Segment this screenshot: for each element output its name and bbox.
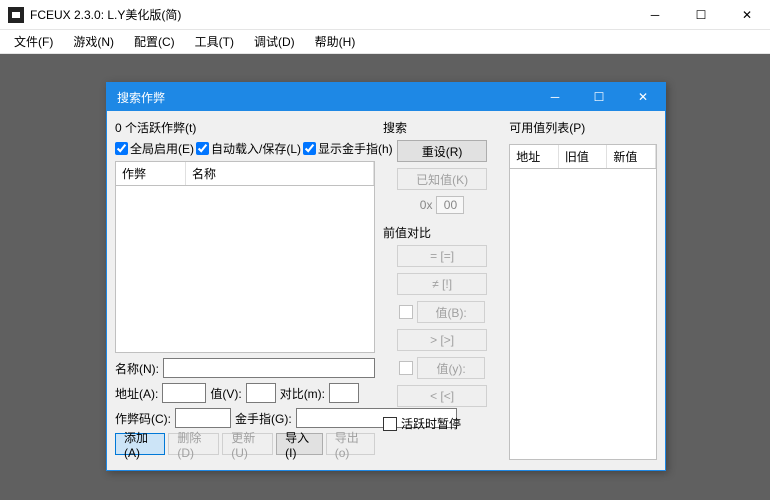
menubar: 文件(F) 游戏(N) 配置(C) 工具(T) 调试(D) 帮助(H) <box>0 30 770 54</box>
show-gg-checkbox[interactable]: 显示金手指(h) <box>303 140 393 157</box>
global-enable-checkbox[interactable]: 全局启用(E) <box>115 140 194 157</box>
update-button[interactable]: 更新(U) <box>222 433 273 455</box>
pause-label: 活跃时暂停 <box>401 415 461 432</box>
col-name[interactable]: 名称 <box>186 162 374 185</box>
maximize-button[interactable]: ☐ <box>678 0 724 30</box>
export-button[interactable]: 导出(o) <box>326 433 375 455</box>
val-input[interactable] <box>246 383 276 403</box>
notequal-button[interactable]: ≠ [!] <box>397 273 487 295</box>
values-list-header: 地址 旧值 新值 <box>509 144 657 168</box>
available-values-title: 可用值列表(P) <box>509 117 657 140</box>
val-label: 值(V): <box>210 385 241 402</box>
addr-input[interactable] <box>162 383 206 403</box>
import-button[interactable]: 导入(I) <box>276 433 323 455</box>
known-value-button[interactable]: 已知值(K) <box>397 168 487 190</box>
app-icon <box>8 7 24 23</box>
col-new[interactable]: 新值 <box>607 145 656 168</box>
dialog-maximize-button[interactable]: ☐ <box>577 83 621 111</box>
col-cheat[interactable]: 作弊 <box>116 162 186 185</box>
main-titlebar: FCEUX 2.3.0: L.Y美化版(简) ─ ☐ ✕ <box>0 0 770 30</box>
delete-button[interactable]: 删除(D) <box>168 433 219 455</box>
valB-checkbox[interactable] <box>399 305 413 319</box>
cheat-list-header: 作弊 名称 <box>115 161 375 185</box>
code-input[interactable] <box>175 408 231 428</box>
search-group-title: 搜索 <box>383 117 501 140</box>
menu-tools[interactable]: 工具(T) <box>187 31 242 52</box>
menu-game[interactable]: 游戏(N) <box>65 31 122 52</box>
col-addr[interactable]: 地址 <box>510 145 559 168</box>
dialog-close-button[interactable]: ✕ <box>621 83 665 111</box>
pause-checkbox[interactable] <box>383 417 397 431</box>
name-input[interactable] <box>163 358 375 378</box>
reset-button[interactable]: 重设(R) <box>397 140 487 162</box>
add-button[interactable]: 添加(A) <box>115 433 165 455</box>
valY-button[interactable]: 值(y): <box>417 357 485 379</box>
cheat-search-dialog: 搜索作弊 ─ ☐ ✕ 0 个活跃作弊(t) 全局启用(E) 自动载入/保存(L)… <box>106 82 666 471</box>
greater-button[interactable]: > [>] <box>397 329 487 351</box>
less-button[interactable]: < [<] <box>397 385 487 407</box>
dialog-title: 搜索作弊 <box>117 89 533 106</box>
menu-file[interactable]: 文件(F) <box>6 31 61 52</box>
valY-checkbox[interactable] <box>399 361 413 375</box>
main-title: FCEUX 2.3.0: L.Y美化版(简) <box>30 6 632 23</box>
menu-debug[interactable]: 调试(D) <box>246 31 303 52</box>
prev-compare-title: 前值对比 <box>383 222 501 245</box>
minimize-button[interactable]: ─ <box>632 0 678 30</box>
code-label: 作弊码(C): <box>115 410 171 427</box>
equal-button[interactable]: = [=] <box>397 245 487 267</box>
addr-label: 地址(A): <box>115 385 158 402</box>
valB-button[interactable]: 值(B): <box>417 301 485 323</box>
hex-value-box[interactable]: 00 <box>436 196 464 214</box>
active-cheats-count: 0 个活跃作弊(t) <box>115 117 375 140</box>
hex-prefix: 0x <box>420 198 433 212</box>
values-list[interactable] <box>509 168 657 460</box>
cheat-list[interactable] <box>115 185 375 353</box>
dialog-minimize-button[interactable]: ─ <box>533 83 577 111</box>
autoload-checkbox[interactable]: 自动载入/保存(L) <box>196 140 301 157</box>
menu-help[interactable]: 帮助(H) <box>307 31 364 52</box>
gg-label: 金手指(G): <box>235 410 292 427</box>
close-button[interactable]: ✕ <box>724 0 770 30</box>
name-label: 名称(N): <box>115 360 159 377</box>
cmp-label: 对比(m): <box>280 385 325 402</box>
cmp-input[interactable] <box>329 383 359 403</box>
col-old[interactable]: 旧值 <box>559 145 608 168</box>
dialog-titlebar: 搜索作弊 ─ ☐ ✕ <box>107 83 665 111</box>
menu-config[interactable]: 配置(C) <box>126 31 183 52</box>
